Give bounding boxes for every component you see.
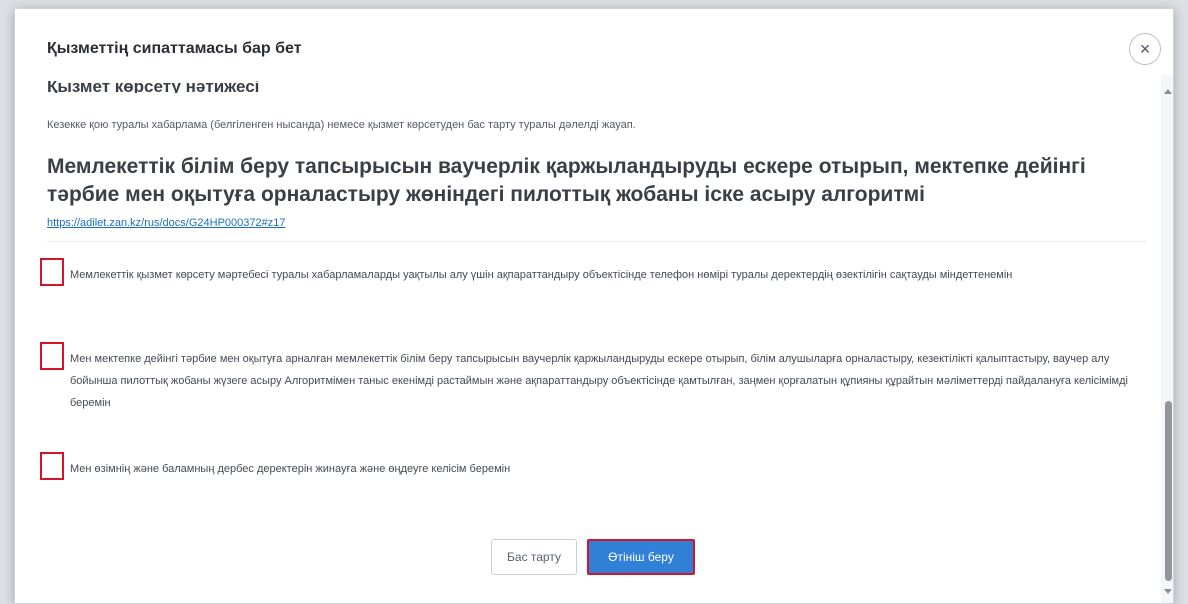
consent-text-personal-data: Мен өзімнің және баламның дербес деректе… bbox=[70, 463, 511, 475]
modal-body: Қызмет көрсету нәтижесі Кезекке қою тура… bbox=[15, 75, 1161, 603]
modal-header: Қызметтің сипаттамасы бар бет × bbox=[15, 9, 1173, 75]
consent-text-phone: Мемлекеттік қызмет көрсету мәртебесі тур… bbox=[70, 269, 1013, 281]
consent-checkbox-personal-data[interactable] bbox=[40, 452, 64, 480]
service-result-text: Кезекке қою туралы хабарлама (белгіленге… bbox=[47, 119, 636, 131]
scrollbar[interactable] bbox=[1161, 75, 1173, 603]
consent-checkbox-algorithm[interactable] bbox=[40, 342, 64, 370]
modal-title: Қызметтің сипаттамасы бар бет bbox=[47, 40, 302, 57]
algorithm-link[interactable]: https://adilet.zan.kz/rus/docs/G24HP0003… bbox=[47, 217, 285, 229]
algorithm-title: Мемлекеттік білім беру тапсырысын ваучер… bbox=[47, 155, 1086, 206]
service-description-modal: Қызметтің сипаттамасы бар бет × Қызмет к… bbox=[14, 8, 1174, 604]
cancel-button[interactable]: Бас тарту bbox=[491, 539, 577, 575]
submit-application-button[interactable]: Өтініш беру bbox=[587, 539, 695, 575]
close-button[interactable]: × bbox=[1129, 33, 1161, 65]
scrollbar-thumb[interactable] bbox=[1165, 401, 1172, 581]
consent-text-algorithm: Мен мектепке дейінгі тәрбие мен оқытуға … bbox=[70, 353, 1128, 409]
service-result-heading: Қызмет көрсету нәтижесі bbox=[47, 81, 260, 93]
scroll-down-icon[interactable] bbox=[1164, 589, 1172, 594]
scroll-up-icon[interactable] bbox=[1164, 89, 1172, 94]
close-icon: × bbox=[1139, 38, 1151, 59]
divider bbox=[47, 241, 1147, 242]
consent-checkbox-phone[interactable] bbox=[40, 258, 64, 286]
